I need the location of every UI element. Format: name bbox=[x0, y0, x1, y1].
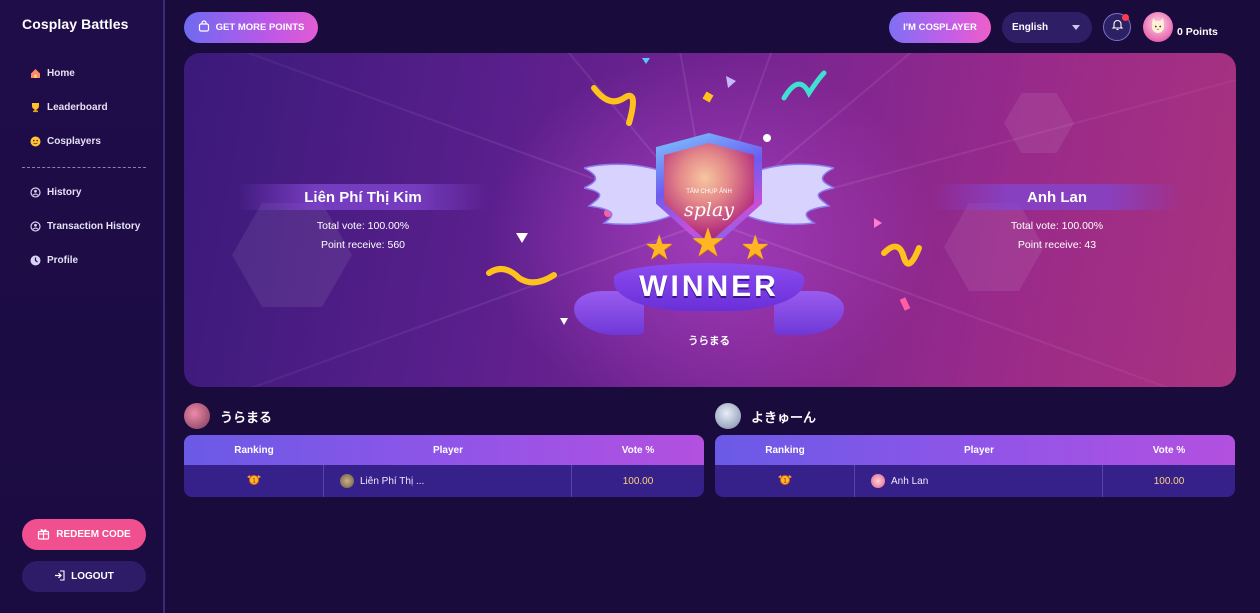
sidebar-item-profile[interactable]: Profile bbox=[30, 255, 78, 266]
history-icon bbox=[30, 187, 41, 198]
language-select[interactable]: English bbox=[1002, 12, 1092, 43]
group-header: うらまる bbox=[184, 403, 272, 429]
ranking-table: Ranking Player Vote % 1 Anh Lan 100.00 bbox=[715, 435, 1235, 497]
avatar bbox=[715, 403, 741, 429]
transaction-icon bbox=[30, 221, 41, 232]
star-icon: ★ bbox=[644, 229, 675, 267]
logout-icon bbox=[54, 569, 65, 584]
sidebar-item-home[interactable]: Home bbox=[30, 68, 75, 79]
profile-icon bbox=[30, 255, 41, 266]
star-icon: ★ bbox=[740, 229, 771, 267]
table-header: Ranking Player Vote % bbox=[715, 435, 1235, 465]
column-ranking: Ranking bbox=[765, 444, 805, 456]
home-icon bbox=[30, 68, 41, 79]
group-name: よきゅーん bbox=[751, 409, 817, 425]
sidebar-item-label: Transaction History bbox=[47, 221, 141, 232]
svg-text:1: 1 bbox=[783, 477, 787, 484]
cosplayer-icon bbox=[30, 136, 41, 147]
points-balance: 0 Points bbox=[1177, 26, 1218, 38]
background-city bbox=[167, 390, 1260, 613]
sidebar-item-transaction-history[interactable]: Transaction History bbox=[30, 221, 140, 232]
sidebar: Cosplay Battles Home Leaderboard Cosplay… bbox=[0, 0, 165, 613]
gift-icon bbox=[37, 527, 50, 543]
logout-button[interactable]: LOGOUT bbox=[22, 561, 146, 592]
vote-cell: 100.00 bbox=[622, 475, 654, 487]
redeem-code-label: REDEEM CODE bbox=[56, 529, 131, 540]
table-row[interactable]: 1 Liên Phí Thị ... 100.00 bbox=[184, 465, 704, 497]
logout-label: LOGOUT bbox=[71, 571, 114, 582]
column-ranking: Ranking bbox=[234, 444, 274, 456]
redeem-code-button[interactable]: REDEEM CODE bbox=[22, 519, 146, 550]
column-player: Player bbox=[963, 444, 995, 456]
notification-button[interactable] bbox=[1103, 13, 1131, 41]
sidebar-item-label: Cosplayers bbox=[47, 136, 101, 147]
player-avatar bbox=[871, 474, 885, 488]
column-vote: Vote % bbox=[1152, 444, 1186, 456]
player-cell: Anh Lan bbox=[855, 465, 1103, 497]
get-more-points-button[interactable]: GET MORE POINTS bbox=[184, 12, 318, 43]
sidebar-item-leaderboard[interactable]: Leaderboard bbox=[30, 102, 108, 113]
im-cosplayer-button[interactable]: I'M COSPLAYER bbox=[889, 12, 991, 43]
player-avatar bbox=[340, 474, 354, 488]
player-cell: Liên Phí Thị ... bbox=[324, 465, 572, 497]
avatar bbox=[184, 403, 210, 429]
table-header: Ranking Player Vote % bbox=[184, 435, 704, 465]
badge-small-text: TẤM CHỤP ẢNH bbox=[686, 189, 732, 195]
bell-icon bbox=[1111, 18, 1124, 36]
rank-cell: 1 bbox=[715, 465, 855, 497]
cat-avatar-icon bbox=[1148, 16, 1168, 39]
ranking-table: Ranking Player Vote % 1 Liên Phí Thị ...… bbox=[184, 435, 704, 497]
sidebar-item-label: Profile bbox=[47, 255, 79, 266]
winner-name: うらまる bbox=[688, 335, 730, 347]
sidebar-item-cosplayers[interactable]: Cosplayers bbox=[30, 136, 101, 147]
app-brand[interactable]: Cosplay Battles bbox=[22, 16, 129, 32]
shopping-bag-icon bbox=[198, 20, 210, 35]
sidebar-item-label: Leaderboard bbox=[47, 102, 108, 113]
avatar[interactable] bbox=[1143, 12, 1173, 42]
rank-medal-icon: 1 bbox=[246, 473, 262, 490]
vote-cell: 100.00 bbox=[1153, 475, 1185, 487]
winner-ribbon: WINNER bbox=[614, 263, 804, 311]
winner-badge: TẤM CHỤP ẢNH splay ★ ★ ★ WINNER うらまる bbox=[544, 63, 874, 383]
get-more-points-label: GET MORE POINTS bbox=[215, 22, 305, 33]
table-row[interactable]: 1 Anh Lan 100.00 bbox=[715, 465, 1235, 497]
column-player: Player bbox=[432, 444, 464, 456]
sidebar-item-label: History bbox=[47, 187, 82, 198]
group-header: よきゅーん bbox=[715, 403, 816, 429]
star-icon: ★ bbox=[690, 221, 726, 265]
player-name: Liên Phí Thị ... bbox=[360, 475, 425, 487]
trophy-icon bbox=[30, 102, 41, 113]
sidebar-divider bbox=[22, 167, 146, 168]
language-value: English bbox=[1012, 22, 1049, 33]
rank-medal-icon: 1 bbox=[777, 473, 793, 490]
player-name: Anh Lan bbox=[891, 475, 929, 487]
notification-dot bbox=[1122, 14, 1129, 21]
sidebar-item-history[interactable]: History bbox=[30, 187, 81, 198]
sidebar-item-label: Home bbox=[47, 68, 75, 79]
badge-script-text: splay bbox=[683, 199, 735, 221]
winner-banner: Liên Phí Thị Kim Total vote: 100.00% Poi… bbox=[184, 53, 1236, 387]
chevron-down-icon bbox=[1072, 25, 1080, 30]
rank-cell: 1 bbox=[184, 465, 324, 497]
svg-text:1: 1 bbox=[252, 477, 256, 484]
column-vote: Vote % bbox=[621, 444, 655, 456]
group-name: うらまる bbox=[220, 409, 273, 425]
